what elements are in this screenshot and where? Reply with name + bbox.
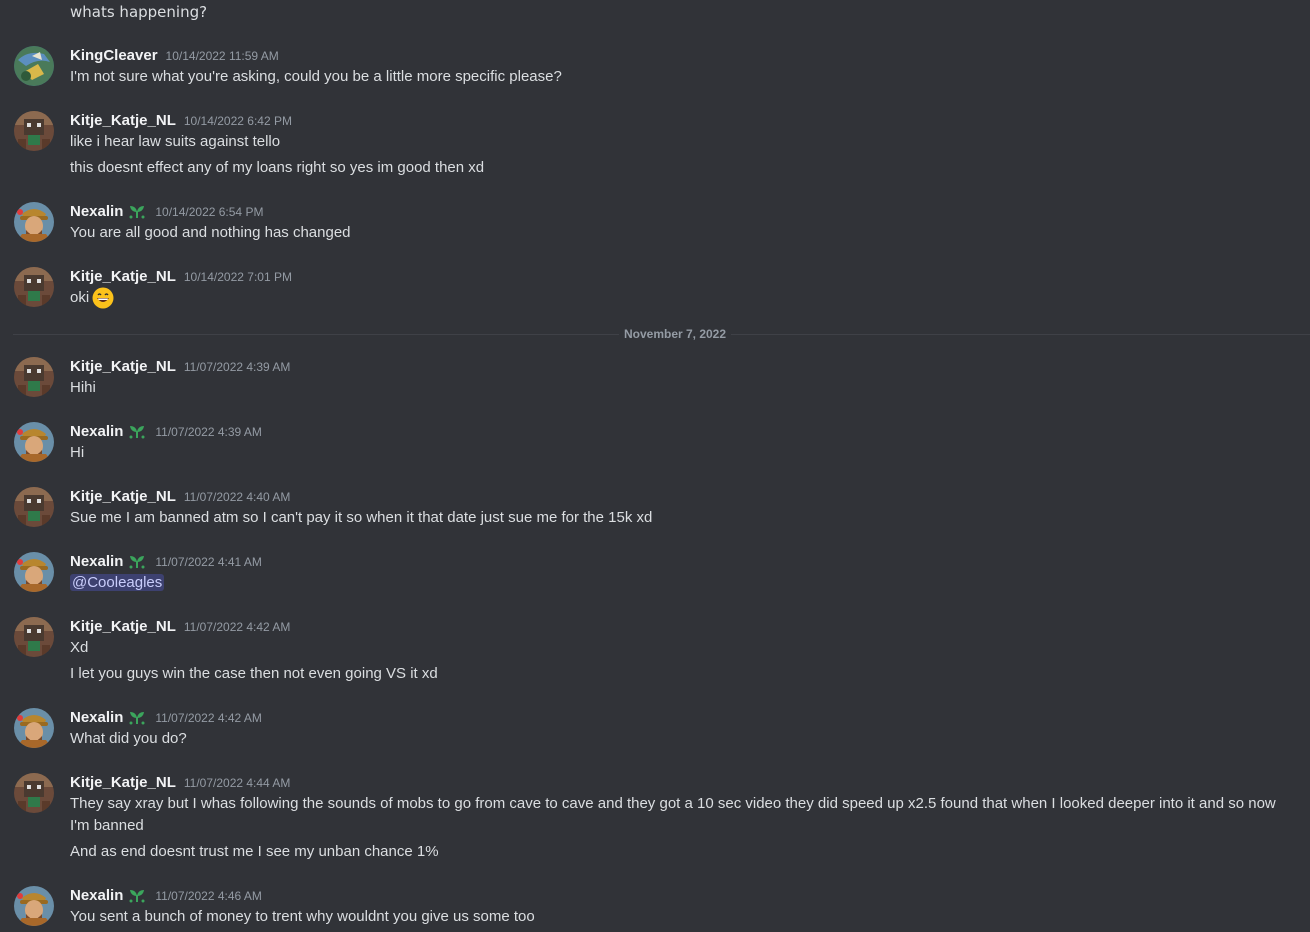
username[interactable]: Kitje_Katje_NL bbox=[70, 358, 176, 375]
sprout-badge-icon[interactable] bbox=[127, 421, 147, 441]
message-continuation-text: whats happening? bbox=[70, 3, 208, 21]
username[interactable]: Nexalin bbox=[70, 709, 123, 726]
username[interactable]: Nexalin bbox=[70, 203, 123, 220]
nexalin-avatar-icon bbox=[14, 202, 54, 242]
username[interactable]: Kitje_Katje_NL bbox=[70, 774, 176, 791]
kitje-avatar-icon bbox=[14, 487, 54, 527]
avatar[interactable] bbox=[14, 422, 54, 462]
sprout-badge-icon[interactable] bbox=[127, 551, 147, 571]
username[interactable]: Kitje_Katje_NL bbox=[70, 268, 176, 285]
avatar[interactable] bbox=[14, 617, 54, 657]
nexalin-avatar-icon bbox=[14, 552, 54, 592]
avatar[interactable] bbox=[14, 357, 54, 397]
message-text: You sent a bunch of money to trent why w… bbox=[70, 908, 535, 925]
timestamp[interactable]: 10/14/2022 7:01 PM bbox=[184, 270, 292, 284]
message-text: Sue me I am banned atm so I can't pay it… bbox=[70, 509, 653, 526]
username[interactable]: Kitje_Katje_NL bbox=[70, 112, 176, 129]
username[interactable]: KingCleaver bbox=[70, 47, 158, 64]
sprout-badge-icon[interactable] bbox=[127, 707, 147, 727]
message-text: oki bbox=[70, 289, 90, 306]
message-text: this doesnt effect any of my loans right… bbox=[70, 159, 485, 176]
message-text-row: @Cooleagles bbox=[70, 572, 165, 594]
kitje-avatar-icon bbox=[14, 773, 54, 813]
chat-messages-area[interactable]: whats happening? KingCleaver 10/14/2022 … bbox=[0, 0, 1310, 932]
grinning-face-emoji-icon[interactable] bbox=[92, 287, 114, 309]
avatar[interactable] bbox=[14, 487, 54, 527]
avatar[interactable] bbox=[14, 552, 54, 592]
timestamp[interactable]: 11/07/2022 4:41 AM bbox=[155, 555, 262, 569]
username[interactable]: Nexalin bbox=[70, 887, 123, 904]
timestamp[interactable]: 11/07/2022 4:42 AM bbox=[155, 711, 262, 725]
timestamp[interactable]: 11/07/2022 4:39 AM bbox=[184, 360, 291, 374]
sprout-badge-icon[interactable] bbox=[127, 201, 147, 221]
message-text: Hihi bbox=[70, 379, 96, 396]
user-mention[interactable]: @Cooleagles bbox=[70, 574, 165, 591]
avatar[interactable] bbox=[14, 773, 54, 813]
avatar[interactable] bbox=[14, 202, 54, 242]
kitje-avatar-icon bbox=[14, 357, 54, 397]
message-text: Xd bbox=[70, 639, 89, 656]
date-divider: November 7, 2022 bbox=[0, 326, 1310, 342]
message-text: like i hear law suits against tello bbox=[70, 133, 281, 150]
message-text: Hi bbox=[70, 444, 85, 461]
nexalin-avatar-icon bbox=[14, 886, 54, 926]
username[interactable]: Nexalin bbox=[70, 553, 123, 570]
sprout-badge-icon[interactable] bbox=[127, 885, 147, 905]
kingcleaver-avatar-icon bbox=[14, 46, 54, 86]
message-text: I let you guys win the case then not eve… bbox=[70, 665, 438, 682]
avatar[interactable] bbox=[14, 46, 54, 86]
timestamp[interactable]: 10/14/2022 11:59 AM bbox=[166, 49, 279, 63]
kitje-avatar-icon bbox=[14, 111, 54, 151]
message-text: I'm not sure what you're asking, could y… bbox=[70, 68, 562, 85]
kitje-avatar-icon bbox=[14, 617, 54, 657]
username[interactable]: Nexalin bbox=[70, 423, 123, 440]
nexalin-avatar-icon bbox=[14, 708, 54, 748]
timestamp[interactable]: 10/14/2022 6:54 PM bbox=[155, 205, 263, 219]
timestamp[interactable]: 11/07/2022 4:40 AM bbox=[184, 490, 291, 504]
timestamp[interactable]: 11/07/2022 4:42 AM bbox=[184, 620, 291, 634]
avatar[interactable] bbox=[14, 111, 54, 151]
date-divider-label: November 7, 2022 bbox=[618, 327, 732, 341]
avatar[interactable] bbox=[14, 708, 54, 748]
message-text: They say xray but I whas following the s… bbox=[70, 795, 1276, 834]
username[interactable]: Kitje_Katje_NL bbox=[70, 488, 176, 505]
timestamp[interactable]: 11/07/2022 4:44 AM bbox=[184, 776, 291, 790]
message-text: You are all good and nothing has changed bbox=[70, 224, 351, 241]
timestamp[interactable]: 11/07/2022 4:39 AM bbox=[155, 425, 262, 439]
message-text-row: oki bbox=[70, 287, 114, 309]
avatar[interactable] bbox=[14, 267, 54, 307]
timestamp[interactable]: 10/14/2022 6:42 PM bbox=[184, 114, 292, 128]
nexalin-avatar-icon bbox=[14, 422, 54, 462]
message-text: And as end doesnt trust me I see my unba… bbox=[70, 843, 439, 860]
username[interactable]: Kitje_Katje_NL bbox=[70, 618, 176, 635]
kitje-avatar-icon bbox=[14, 267, 54, 307]
timestamp[interactable]: 11/07/2022 4:46 AM bbox=[155, 889, 262, 903]
message-text: What did you do? bbox=[70, 730, 187, 747]
avatar[interactable] bbox=[14, 886, 54, 926]
